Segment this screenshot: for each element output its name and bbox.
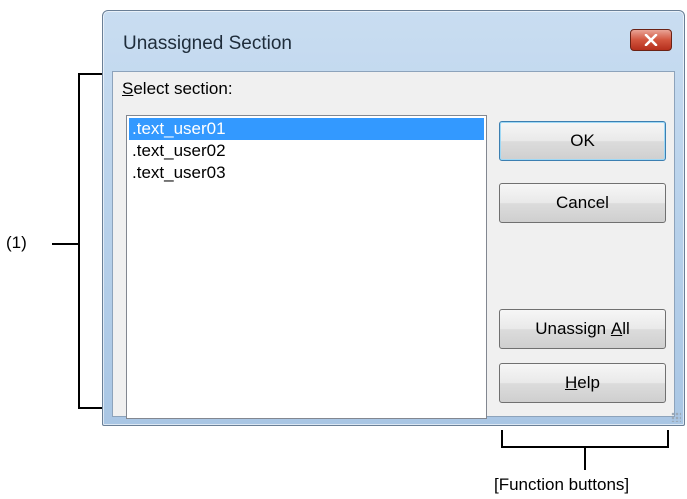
list-item[interactable]: .text_user02 bbox=[129, 140, 484, 162]
function-bracket-right-tick bbox=[667, 430, 669, 448]
select-label-text: elect section: bbox=[133, 79, 233, 98]
list-item[interactable]: .text_user01 bbox=[129, 118, 484, 140]
resize-grip[interactable] bbox=[671, 412, 681, 422]
function-bracket-stem bbox=[584, 446, 586, 470]
function-buttons-label: [Function buttons] bbox=[494, 475, 630, 494]
unassign-all-label-post: ll bbox=[622, 319, 630, 338]
help-mnemonic: H bbox=[565, 373, 578, 392]
ok-button[interactable]: OK bbox=[499, 121, 666, 161]
area-callout-bracket bbox=[78, 73, 102, 409]
help-label-post: elp bbox=[577, 373, 600, 392]
list-item[interactable]: .text_user03 bbox=[129, 162, 484, 184]
close-icon bbox=[644, 34, 658, 46]
section-listbox[interactable]: .text_user01 .text_user02 .text_user03 bbox=[126, 115, 487, 419]
help-button[interactable]: Help bbox=[499, 363, 666, 403]
dialog-title: Unassigned Section bbox=[123, 33, 292, 54]
unassign-all-button[interactable]: Unassign All bbox=[499, 309, 666, 349]
close-button[interactable] bbox=[630, 29, 672, 51]
unassign-all-label-pre: Unassign bbox=[535, 319, 611, 338]
unassign-all-mnemonic: A bbox=[610, 319, 623, 338]
select-label-mnemonic: S bbox=[122, 79, 134, 98]
cancel-button[interactable]: Cancel bbox=[499, 183, 666, 223]
function-bracket-left-tick bbox=[501, 430, 503, 448]
select-section-label: Select section: bbox=[122, 79, 233, 99]
area-callout-leader bbox=[52, 243, 78, 245]
unassigned-section-dialog: Unassigned Section Select section: .text… bbox=[102, 10, 685, 426]
area-callout-label: (1) bbox=[6, 233, 27, 252]
